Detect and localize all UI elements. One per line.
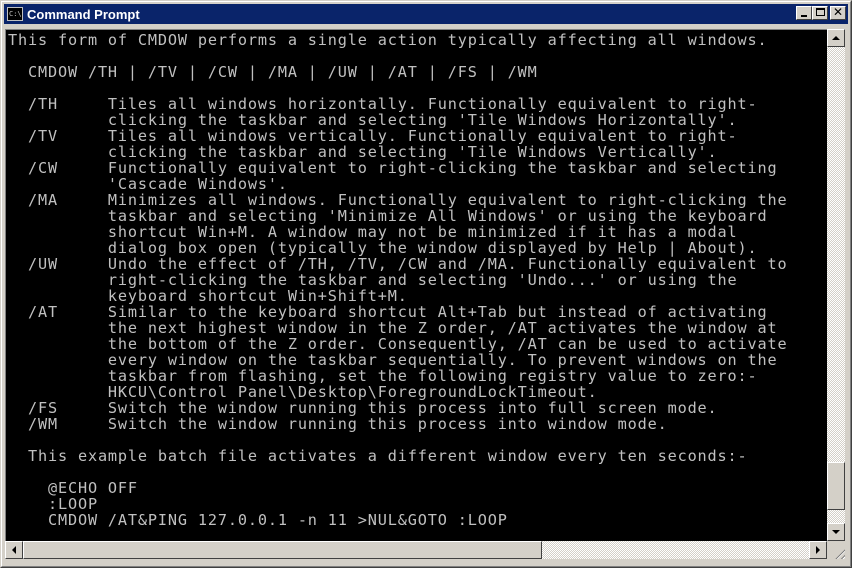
horizontal-scrollbar[interactable] (5, 541, 827, 561)
window-title: Command Prompt (27, 6, 140, 22)
console-output[interactable]: This form of CMDOW performs a single act… (5, 29, 827, 541)
console-line: /WM Switch the window running this proce… (8, 415, 668, 433)
vertical-scroll-thumb[interactable] (827, 462, 845, 510)
console-line: HKCU\Control Panel\Desktop\ForegroundLoc… (8, 383, 598, 401)
console-line: /TV Tiles all windows vertically. Functi… (8, 127, 738, 145)
console-line: /AT Similar to the keyboard shortcut Alt… (8, 303, 768, 321)
console-line: /TH Tiles all windows horizontally. Func… (8, 95, 758, 113)
console-line: clicking the taskbar and selecting 'Tile… (8, 111, 738, 129)
console-line: This form of CMDOW performs a single act… (8, 31, 768, 49)
scroll-left-button[interactable] (5, 541, 23, 559)
minimize-button[interactable] (796, 6, 812, 20)
console-line: /CW Functionally equivalent to right-cli… (8, 159, 778, 177)
console-line: 'Cascade Windows'. (8, 175, 288, 193)
resize-grip[interactable] (827, 541, 847, 561)
minimize-icon (801, 15, 807, 17)
console-line: every window on the taskbar sequentially… (8, 351, 778, 369)
title-bar[interactable]: C:\. Command Prompt ✕ (4, 4, 848, 24)
command-prompt-icon[interactable]: C:\. (7, 7, 23, 21)
close-button[interactable]: ✕ (830, 5, 846, 20)
horizontal-scroll-thumb[interactable] (23, 541, 542, 559)
console-line: keyboard shortcut Win+Shift+M. (8, 287, 408, 305)
maximize-button[interactable] (812, 6, 828, 20)
close-icon: ✕ (832, 5, 844, 19)
maximize-icon (816, 8, 825, 16)
console-line: /MA Minimizes all windows. Functionally … (8, 191, 788, 209)
console-line: the bottom of the Z order. Consequently,… (8, 335, 788, 353)
console-line: shortcut Win+M. A window may not be mini… (8, 223, 738, 241)
window-controls: ✕ (796, 5, 846, 20)
arrow-up-icon (832, 36, 840, 40)
console-line: :LOOP (8, 495, 98, 513)
vertical-scrollbar[interactable] (827, 29, 849, 541)
console-line: CMDOW /AT&PING 127.0.0.1 -n 11 >NUL&GOTO… (8, 511, 508, 529)
console-line: This example batch file activates a diff… (8, 447, 748, 465)
console-line: taskbar from flashing, set the following… (8, 367, 758, 385)
console-line: clicking the taskbar and selecting 'Tile… (8, 143, 718, 161)
arrow-right-icon (816, 546, 820, 554)
scroll-up-button[interactable] (827, 29, 845, 47)
console-line: right-clicking the taskbar and selecting… (8, 271, 738, 289)
command-prompt-window: C:\. Command Prompt ✕ This form of CMDOW… (0, 0, 852, 568)
scroll-down-button[interactable] (827, 523, 845, 541)
console-line: /FS Switch the window running this proce… (8, 399, 718, 417)
console-line: taskbar and selecting 'Minimize All Wind… (8, 207, 768, 225)
console-line: the next highest window in the Z order, … (8, 319, 778, 337)
console-line: CMDOW /TH | /TV | /CW | /MA | /UW | /AT … (8, 63, 538, 81)
resize-grip-icon (833, 547, 845, 559)
console-line: /UW Undo the effect of /TH, /TV, /CW and… (8, 255, 788, 273)
scroll-right-button[interactable] (809, 541, 827, 559)
arrow-down-icon (832, 530, 840, 534)
console-line: @ECHO OFF (8, 479, 138, 497)
arrow-left-icon (12, 546, 16, 554)
console-line: dialog box open (typically the window di… (8, 239, 758, 257)
